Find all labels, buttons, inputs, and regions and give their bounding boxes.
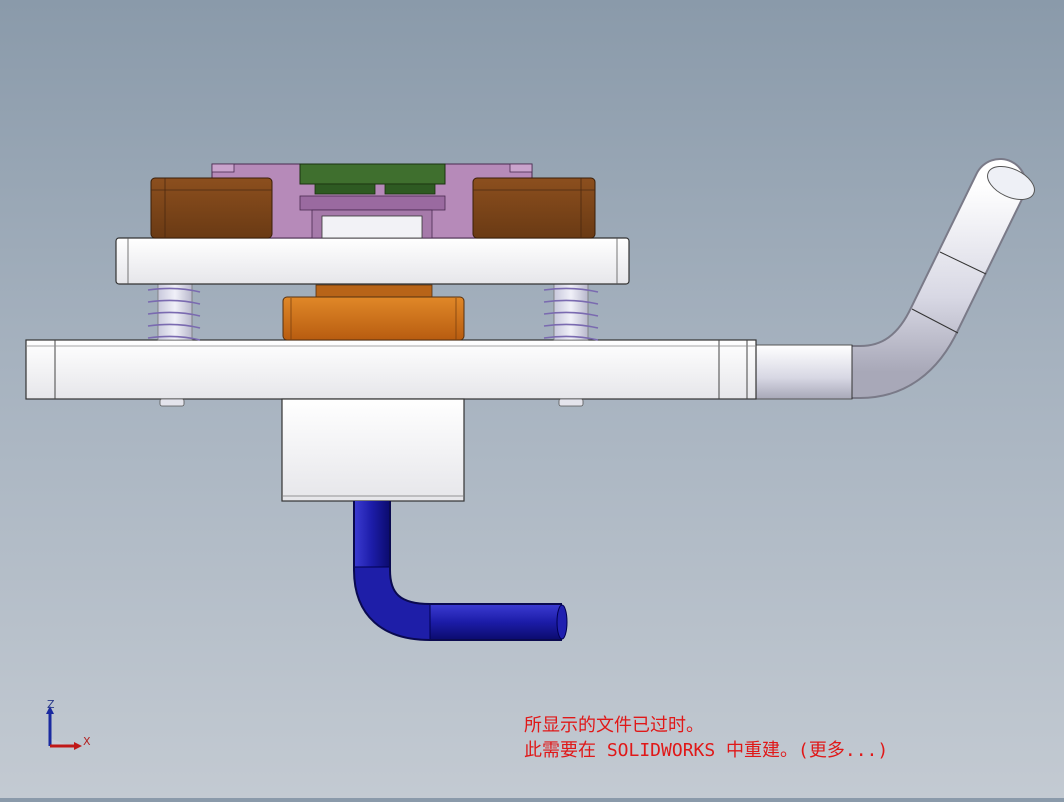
lower-block[interactable] <box>281 398 465 502</box>
blue-tube[interactable] <box>353 501 568 641</box>
rebuild-warning[interactable]: 所显示的文件已过时。 此需要在 SOLIDWORKS 中重建。(更多...) <box>524 713 888 763</box>
upper-plate[interactable] <box>115 237 630 285</box>
x-axis-label: X <box>83 735 91 748</box>
graphics-viewport[interactable] <box>0 0 1064 798</box>
gray-handle-tube[interactable] <box>725 158 1040 400</box>
brown-block-left[interactable] <box>150 177 273 239</box>
green-pcb[interactable] <box>299 163 446 195</box>
orange-cylinder[interactable] <box>282 284 465 341</box>
z-axis-label: Z <box>47 698 55 711</box>
reference-triad: Z X <box>40 698 100 758</box>
warning-line-rebuild-more-link[interactable]: 此需要在 SOLIDWORKS 中重建。(更多...) <box>524 738 888 763</box>
base-plate[interactable] <box>25 339 757 400</box>
spring-right <box>543 282 599 341</box>
spring-left <box>147 282 201 341</box>
brown-block-right[interactable] <box>472 177 596 239</box>
warning-line-outdated: 所显示的文件已过时。 <box>524 715 704 736</box>
